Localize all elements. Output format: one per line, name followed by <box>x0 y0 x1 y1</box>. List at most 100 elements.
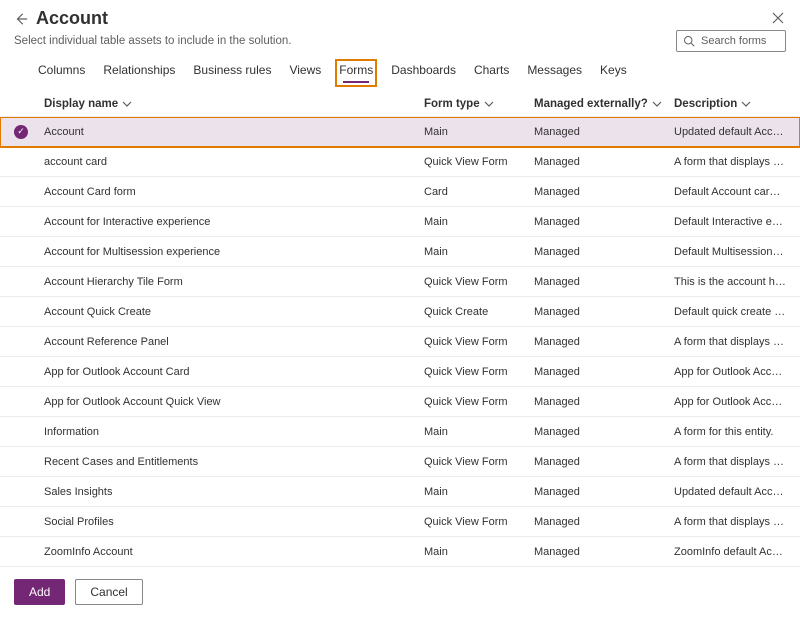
cell-form-type: Main <box>424 486 534 498</box>
table-row[interactable]: Account Card formCardManagedDefault Acco… <box>0 177 800 207</box>
cell-display-name: Social Profiles <box>44 516 424 528</box>
chevron-down-icon <box>122 99 132 109</box>
cell-display-name: Account Hierarchy Tile Form <box>44 276 424 288</box>
cell-managed-externally: Managed <box>534 276 674 288</box>
back-icon[interactable] <box>14 12 28 26</box>
cell-form-type: Quick View Form <box>424 396 534 408</box>
table-row[interactable]: Social ProfilesQuick View FormManagedA f… <box>0 507 800 537</box>
table-row[interactable]: Account Quick CreateQuick CreateManagedD… <box>0 297 800 327</box>
cell-display-name: Account for Multisession experience <box>44 246 424 258</box>
cell-description: A form for this entity. <box>674 426 786 438</box>
table-row[interactable]: Account for Interactive experienceMainMa… <box>0 207 800 237</box>
cell-description: Default Interactive experience Account <box>674 216 786 228</box>
table-row[interactable]: App for Outlook Account Card Quick View F… <box>0 357 800 387</box>
cell-description: App for Outlook Account Quick View <box>674 396 786 408</box>
page-title: Account <box>36 8 108 29</box>
cell-managed-externally: Managed <box>534 156 674 168</box>
cell-form-type: Quick View Form <box>424 336 534 348</box>
table-row[interactable]: App for Outlook Account Quick View Quick … <box>0 387 800 417</box>
tab-views[interactable]: Views <box>289 63 321 83</box>
cell-form-type: Quick Create <box>424 306 534 318</box>
search-input[interactable] <box>699 34 779 48</box>
cell-managed-externally: Managed <box>534 366 674 378</box>
table-row[interactable]: Account for Multisession experienceMainM… <box>0 237 800 267</box>
cancel-button[interactable]: Cancel <box>75 579 142 605</box>
table-row[interactable]: Account Reference PanelQuick View FormMa… <box>0 327 800 357</box>
tab-forms[interactable]: Forms <box>339 63 373 83</box>
cell-display-name: Sales Insights <box>44 486 424 498</box>
cell-managed-externally: Managed <box>534 336 674 348</box>
cell-description: A form that displays Reference Panel of <box>674 336 786 348</box>
cell-managed-externally: Managed <box>534 216 674 228</box>
cell-description: Default quick create form for Account <box>674 306 786 318</box>
cell-form-type: Quick View Form <box>424 156 534 168</box>
tab-dashboards[interactable]: Dashboards <box>391 63 456 83</box>
table-header: Display name Form type Managed externall… <box>0 98 800 117</box>
footer: Add Cancel <box>0 566 800 617</box>
table-row[interactable]: Account Hierarchy Tile FormQuick View Fo… <box>0 267 800 297</box>
chevron-down-icon <box>741 99 751 109</box>
cell-display-name: Information <box>44 426 424 438</box>
page-subtitle: Select individual table assets to includ… <box>14 35 772 47</box>
cell-description: Default Multisession experience Account <box>674 246 786 258</box>
cell-display-name: Recent Cases and Entitlements <box>44 456 424 468</box>
cell-managed-externally: Managed <box>534 426 674 438</box>
add-button[interactable]: Add <box>14 579 65 605</box>
tab-charts[interactable]: Charts <box>474 63 509 83</box>
chevron-down-icon <box>484 99 494 109</box>
cell-description: A form that displays the recent cases an… <box>674 456 786 468</box>
cell-managed-externally: Managed <box>534 546 674 558</box>
table-row[interactable]: Recent Cases and EntitlementsQuick View … <box>0 447 800 477</box>
cell-form-type: Main <box>424 426 534 438</box>
cell-display-name: Account for Interactive experience <box>44 216 424 228</box>
cell-description: Updated default Account form. <box>674 486 786 498</box>
table-row[interactable]: ✓AccountMainManagedUpdated default Accou… <box>0 117 800 147</box>
tab-business-rules[interactable]: Business rules <box>193 63 271 83</box>
cell-display-name: Account Quick Create <box>44 306 424 318</box>
col-header-form-type[interactable]: Form type <box>424 98 534 110</box>
tab-keys[interactable]: Keys <box>600 63 627 83</box>
search-box[interactable] <box>676 30 786 52</box>
cell-description: Default Account card form. <box>674 186 786 198</box>
close-icon[interactable] <box>772 12 786 26</box>
check-icon: ✓ <box>14 125 28 139</box>
cell-form-type: Quick View Form <box>424 456 534 468</box>
cell-description: This is the account hierarchy definition… <box>674 276 786 288</box>
cell-form-type: Quick View Form <box>424 516 534 528</box>
cell-managed-externally: Managed <box>534 516 674 528</box>
cell-display-name: Account <box>44 126 424 138</box>
cell-managed-externally: Managed <box>534 306 674 318</box>
cell-form-type: Main <box>424 126 534 138</box>
row-checkbox[interactable]: ✓ <box>14 125 44 139</box>
table-row[interactable]: Sales InsightsMainManagedUpdated default… <box>0 477 800 507</box>
chevron-down-icon <box>652 99 662 109</box>
cell-managed-externally: Managed <box>534 486 674 498</box>
table-row[interactable]: account cardQuick View FormManagedA form… <box>0 147 800 177</box>
cell-form-type: Quick View Form <box>424 276 534 288</box>
cell-display-name: ZoomInfo Account <box>44 546 424 558</box>
cell-description: ZoomInfo default Account form. <box>674 546 786 558</box>
col-header-managed-externally[interactable]: Managed externally? <box>534 98 674 110</box>
cell-description: A form that displays social profiles of … <box>674 516 786 528</box>
cell-managed-externally: Managed <box>534 186 674 198</box>
tab-messages[interactable]: Messages <box>527 63 582 83</box>
cell-display-name: account card <box>44 156 424 168</box>
search-icon <box>683 35 695 47</box>
cell-display-name: Account Reference Panel <box>44 336 424 348</box>
cell-form-type: Main <box>424 246 534 258</box>
cell-description: A form that displays the account card. <box>674 156 786 168</box>
cell-managed-externally: Managed <box>534 456 674 468</box>
col-header-description[interactable]: Description <box>674 98 786 110</box>
col-header-display-name[interactable]: Display name <box>44 98 424 110</box>
cell-form-type: Quick View Form <box>424 366 534 378</box>
cell-managed-externally: Managed <box>534 246 674 258</box>
cell-form-type: Main <box>424 216 534 228</box>
cell-description: App for Outlook Account Card <box>674 366 786 378</box>
tabs: Columns Relationships Business rules Views F… <box>0 51 800 84</box>
cell-description: Updated default Account form. <box>674 126 786 138</box>
table-row[interactable]: ZoomInfo AccountMainManagedZoomInfo defa… <box>0 537 800 567</box>
tab-columns[interactable]: Columns <box>38 63 85 83</box>
table-row[interactable]: InformationMainManagedA form for this en… <box>0 417 800 447</box>
tab-relationships[interactable]: Relationships <box>103 63 175 83</box>
cell-managed-externally: Managed <box>534 396 674 408</box>
